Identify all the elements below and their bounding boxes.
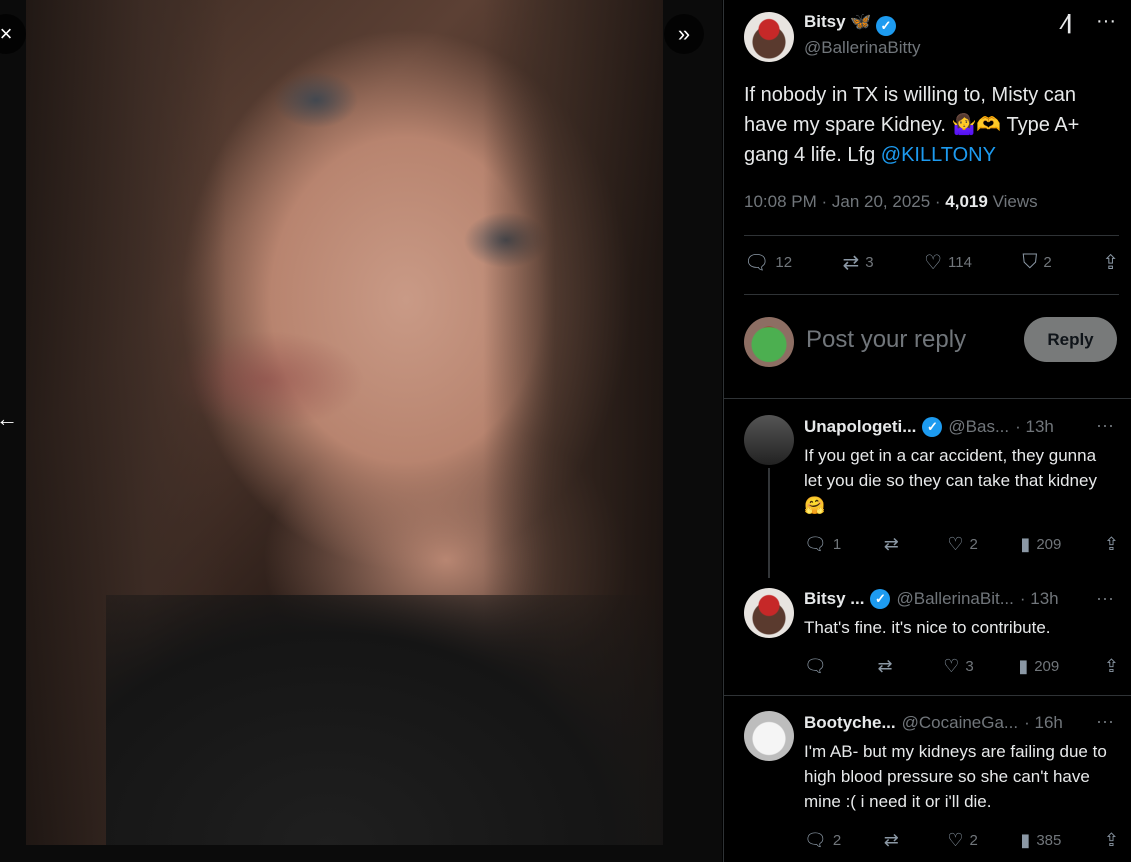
reply-icon: 🗨 <box>804 830 827 850</box>
reply-author-name[interactable]: Unapologeti... <box>804 417 916 437</box>
reply-actions: 🗨 2 ⇄ ♡ 2 ▮ 385 ⇪ <box>804 830 1119 851</box>
reply-header: Bitsy ... ✓ @BallerinaBit... · 13h <box>804 589 1094 609</box>
close-icon[interactable]: × <box>0 14 26 54</box>
tweet-text: If nobody in TX is willing to, Misty can… <box>744 84 1080 166</box>
like-action[interactable]: ♡ 3 <box>943 656 973 677</box>
reply-author-handle[interactable]: @Bas... <box>948 417 1009 437</box>
reply-text: I'm AB- but my kidneys are failing due t… <box>804 742 1107 811</box>
thread-line <box>768 468 770 578</box>
heart-icon: ♡ <box>947 534 964 554</box>
heart-icon: ♡ <box>943 656 960 676</box>
divider <box>744 235 1119 236</box>
heart-icon: ♡ <box>924 252 943 274</box>
tweet-timestamp[interactable]: 10:08 PM · Jan 20, 2025 · <box>744 192 945 211</box>
reply-action[interactable]: 🗨 <box>804 656 833 677</box>
reply-header: Bootyche... @CocaineGa... · 16h <box>804 713 1094 733</box>
verified-badge-icon: ✓ <box>870 589 891 609</box>
repost-action[interactable]: ⇄ <box>877 656 898 677</box>
reply-avatar[interactable] <box>744 415 794 465</box>
tweet-actions: 🗨 12 ⇄ 3 ♡ 114 ⛉ 2 ⇪ <box>744 250 1119 275</box>
like-action[interactable]: ♡ 2 <box>947 534 977 555</box>
views-count: 4,019 <box>945 192 988 211</box>
repost-icon: ⇄ <box>883 830 899 850</box>
reply-button[interactable]: Reply <box>1024 317 1117 362</box>
author-name[interactable]: Bitsy 🦋 <box>804 12 871 31</box>
divider <box>724 398 1131 399</box>
expand-icon[interactable]: » <box>664 14 704 54</box>
share-action[interactable]: ⇪ <box>1104 830 1119 851</box>
share-icon: ⇪ <box>1102 252 1119 274</box>
analytics-icon: ▮ <box>1020 534 1031 554</box>
divider <box>744 294 1119 295</box>
repost-icon: ⇄ <box>883 534 899 554</box>
back-arrow-icon[interactable]: ← <box>0 406 18 436</box>
reply-action[interactable]: 🗨 12 <box>744 250 792 275</box>
reply-time[interactable]: · 13h <box>1015 417 1054 437</box>
reply-icon: 🗨 <box>744 252 770 274</box>
share-icon: ⇪ <box>1103 534 1119 554</box>
repost-action[interactable]: ⇄ <box>884 534 905 555</box>
analytics-icon: ▮ <box>1018 656 1029 676</box>
reply-author-name[interactable]: Bitsy ... <box>804 589 864 609</box>
reply-avatar[interactable] <box>744 588 794 638</box>
views-action[interactable]: ▮ 385 <box>1020 830 1061 851</box>
bookmark-action[interactable]: ⛉ 2 <box>1022 250 1051 275</box>
reply-action[interactable]: 🗨 1 <box>804 534 841 555</box>
avatar[interactable] <box>744 12 794 62</box>
views-label: Views <box>987 192 1038 211</box>
bookmark-icon: ⛉ <box>1022 251 1038 273</box>
reply-action[interactable]: 🗨 2 <box>804 830 841 851</box>
author-name-row[interactable]: Bitsy 🦋 ✓ <box>804 12 896 36</box>
reply-time[interactable]: · 13h <box>1020 589 1059 609</box>
media-viewer: × » ← <box>0 0 722 862</box>
analytics-icon: ▮ <box>1020 830 1031 850</box>
like-action[interactable]: ♡ 114 <box>924 250 972 275</box>
like-action[interactable]: ♡ 2 <box>947 830 977 851</box>
repost-icon: ⇄ <box>877 656 893 676</box>
share-action[interactable]: ⇪ <box>1104 534 1119 555</box>
verified-badge-icon: ✓ <box>875 16 896 36</box>
reply-header: Unapologeti... ✓ @Bas... · 13h <box>804 417 1119 437</box>
views-action[interactable]: ▮ 209 <box>1020 534 1061 555</box>
heart-icon: ♡ <box>947 830 964 850</box>
reply-actions: 🗨 ⇄ ♡ 3 ▮ 209 ⇪ <box>804 656 1119 677</box>
reply-icon: 🗨 <box>804 656 827 676</box>
more-options-icon[interactable]: ··· <box>1096 10 1116 33</box>
share-icon: ⇪ <box>1103 830 1119 850</box>
share-icon: ⇪ <box>1103 656 1119 676</box>
reply-author-name[interactable]: Bootyche... <box>804 713 896 733</box>
reply-author-handle[interactable]: @CocaineGa... <box>902 713 1018 733</box>
reply-text: That's fine. it's nice to contribute. <box>804 618 1051 637</box>
share-action[interactable]: ⇪ <box>1102 250 1119 275</box>
reply-icon: 🗨 <box>804 534 827 554</box>
reply-author-handle[interactable]: @BallerinaBit... <box>896 589 1013 609</box>
verified-badge-icon: ✓ <box>922 417 943 437</box>
reply-text: If you get in a car accident, they gunna… <box>804 446 1097 515</box>
reply-time[interactable]: · 16h <box>1024 713 1063 733</box>
mention-link[interactable]: @KILLTONY <box>881 144 996 166</box>
tweet-detail-panel: Bitsy 🦋 ✓ @BallerinaBitty ⁄| ··· If nobo… <box>723 0 1131 862</box>
reply-avatar[interactable] <box>744 711 794 761</box>
reply-input[interactable]: Post your reply <box>806 326 966 354</box>
views-action[interactable]: ▮ 209 <box>1018 656 1059 677</box>
repost-icon: ⇄ <box>842 252 860 274</box>
more-options-icon[interactable]: ··· <box>1096 711 1114 732</box>
repost-action[interactable]: ⇄ <box>884 830 905 851</box>
more-options-icon[interactable]: ··· <box>1096 415 1114 436</box>
reply-actions: 🗨 1 ⇄ ♡ 2 ▮ 209 ⇪ <box>804 534 1119 555</box>
repost-action[interactable]: ⇄ 3 <box>843 250 874 275</box>
my-avatar <box>744 317 794 367</box>
more-options-icon[interactable]: ··· <box>1096 588 1114 609</box>
share-action[interactable]: ⇪ <box>1104 656 1119 677</box>
grok-icon[interactable]: ⁄| <box>1063 12 1072 35</box>
divider <box>724 695 1131 696</box>
author-handle[interactable]: @BallerinaBitty <box>804 38 920 58</box>
tweet-photo[interactable] <box>26 0 663 845</box>
tweet-meta: 10:08 PM · Jan 20, 2025 · 4,019 Views <box>744 192 1038 212</box>
